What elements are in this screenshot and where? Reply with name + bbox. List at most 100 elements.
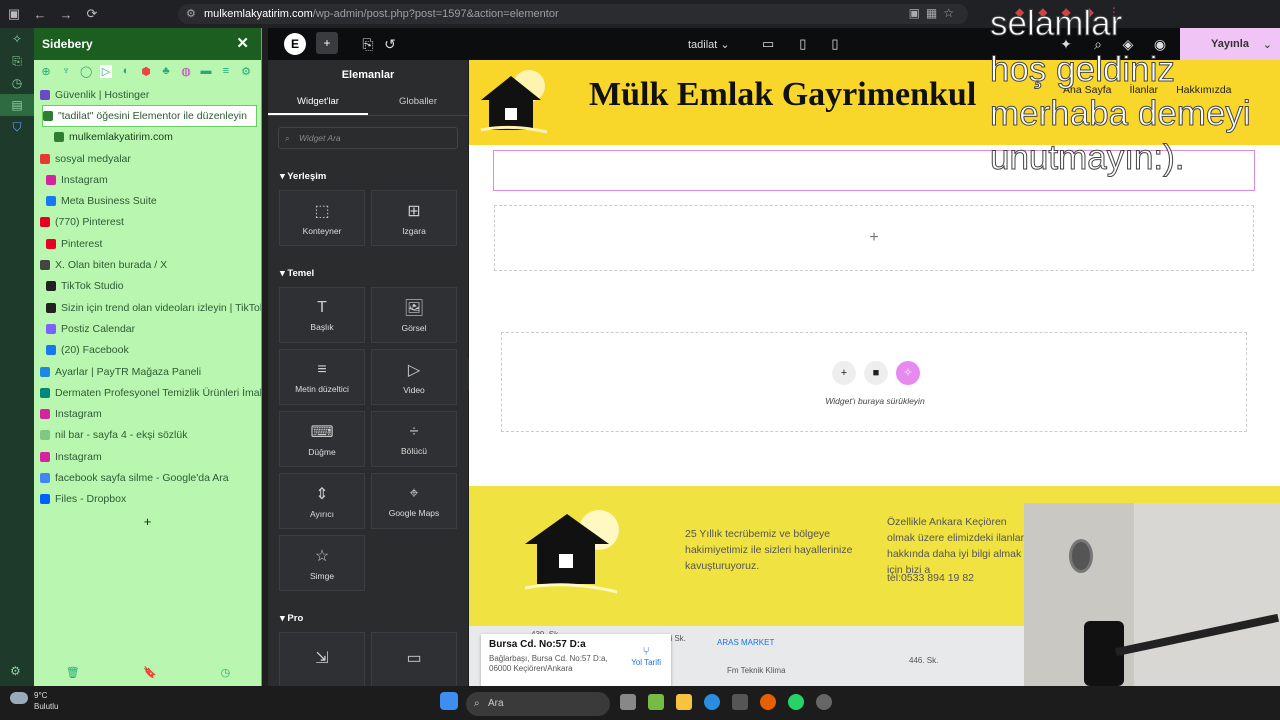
app-icon[interactable] (648, 694, 664, 710)
widget-search-input[interactable]: ⌕ Widget Ara (278, 127, 458, 149)
bookmark-icon[interactable]: 🔖 (143, 666, 157, 679)
taskbar-search[interactable]: ⌕ Ara (466, 692, 610, 716)
store-icon[interactable] (732, 694, 748, 710)
sidebar-tab[interactable]: Pinterest (34, 233, 261, 254)
widget-d-me[interactable]: ⌨ Düğme (279, 411, 365, 467)
drop-zone[interactable]: + ■ ✧ Widget'ı buraya sürükleyin (501, 332, 1247, 432)
sidebar-tab[interactable]: X. Olan biten burada / X (34, 254, 261, 275)
trash-icon[interactable]: 🗑 (66, 666, 80, 679)
widget-icon: ⇕ (315, 485, 329, 503)
panel-icon[interactable]: ◯ (80, 65, 92, 78)
sidebar-tab[interactable]: Instagram (34, 446, 261, 467)
panel-icon[interactable]: ⚙ (240, 65, 252, 78)
ai-icon[interactable]: ✧ (0, 28, 34, 50)
sidebar-tab[interactable]: sosyal medyalar (34, 148, 261, 169)
site-info-icon[interactable]: ⚙ (186, 7, 196, 20)
publish-button[interactable]: Yayınla ⌄ (1180, 28, 1280, 60)
start-icon[interactable] (440, 692, 458, 710)
sidebar-tab[interactable]: TikTok Studio (34, 276, 261, 297)
panel-icon[interactable]: ◍ (180, 65, 192, 78)
widget-simge[interactable]: ☆ Simge (279, 535, 365, 591)
panel-icon[interactable]: ◐ (120, 65, 132, 77)
back-button[interactable]: ← (28, 2, 52, 26)
panel-icon[interactable]: ▷ (100, 64, 112, 78)
widget-konteyner[interactable]: ⬚ Konteyner (279, 190, 365, 246)
panel-icon[interactable]: ♣ (160, 65, 172, 77)
sidebar-tab[interactable]: Meta Business Suite (34, 190, 261, 211)
new-tab-button[interactable]: + (34, 514, 261, 529)
reload-button[interactable]: ⟳ (80, 2, 104, 26)
sidebar-tab[interactable]: Sizin için trend olan videoları izleyin … (34, 297, 261, 318)
pro-widget[interactable]: ⇲ (279, 632, 365, 686)
widget-ay-r-c-[interactable]: ⇕ Ayırıcı (279, 473, 365, 529)
pro-widget[interactable]: ▭ (371, 632, 457, 686)
section-pro[interactable]: ▾ Pro (280, 613, 468, 624)
panel-icon[interactable]: ⊕ (40, 65, 52, 78)
directions-link[interactable]: ⑂ Yol Tarifi (631, 644, 661, 667)
sidebar-tab[interactable]: facebook sayfa silme - Google'da Ara (34, 467, 261, 488)
widget-izgara[interactable]: ⊞ Izgara (371, 190, 457, 246)
save-icon[interactable]: ⎘ (0, 50, 34, 72)
sidebar-tab[interactable]: Güvenlik | Hostinger (34, 84, 261, 105)
shield-icon[interactable]: ⛉ (0, 116, 34, 138)
app-icon[interactable] (816, 694, 832, 710)
settings-icon[interactable]: ⚙ (10, 664, 21, 678)
sidebar-tab[interactable]: nil bar - sayfa 4 - ekşi sözlük (34, 425, 261, 446)
add-section-button[interactable]: + (832, 361, 856, 385)
widget-video[interactable]: ▷ Video (371, 349, 457, 405)
sidebar-tab[interactable]: Files - Dropbox (34, 489, 261, 510)
empty-container[interactable]: + (494, 205, 1254, 271)
ai-button[interactable]: ✧ (896, 361, 920, 385)
panel-icon[interactable]: ♆ (60, 65, 72, 77)
widget-google-maps[interactable]: ⌖ Google Maps (371, 473, 457, 529)
favicon-icon (40, 494, 50, 505)
device-switcher[interactable]: ▭▯▯ (762, 36, 864, 52)
chevron-down-icon[interactable]: ⌄ (1263, 38, 1272, 51)
sidebar-tab[interactable]: Instagram (34, 403, 261, 424)
overlay-text-1: selamlar (989, 4, 1123, 43)
sidebar-tab[interactable]: "tadilat" öğesini Elementor ile düzenley… (42, 105, 257, 127)
sidebar-tab[interactable]: Dermaten Profesyonel Temizlik Ürünleri İ… (34, 382, 261, 403)
favicon-icon (40, 387, 50, 398)
template-library-button[interactable]: ■ (864, 361, 888, 385)
file-explorer-icon[interactable] (676, 694, 692, 710)
task-view-icon[interactable] (620, 694, 636, 710)
panel-icon[interactable]: ⬢ (140, 65, 152, 78)
sidebar-toggle-icon[interactable]: ▣ (2, 2, 26, 26)
widget-ba-l-k[interactable]: T Başlık (279, 287, 365, 343)
address-bar-actions-icon[interactable]: ▣▦☆ (909, 6, 960, 20)
sidebar-tab-label: Pinterest (61, 237, 103, 250)
forward-button[interactable]: → (54, 2, 78, 26)
address-bar[interactable]: ⚙ mulkemlakyatirim.com/wp-admin/post.php… (178, 4, 968, 24)
tab-widgets[interactable]: Widget'lar (268, 90, 368, 115)
widget-metin-d-zeltici[interactable]: ≡ Metin düzeltici (279, 349, 365, 405)
widget-b-l-c-[interactable]: ÷ Bölücü (371, 411, 457, 467)
sidebar-tab[interactable]: Postiz Calendar (34, 318, 261, 339)
sidebery-icon[interactable]: ▤ (0, 94, 34, 116)
history-icon[interactable]: ◷ (0, 72, 34, 94)
sidebar-tab[interactable]: (20) Facebook (34, 340, 261, 361)
widget-g-rsel[interactable]: 🖼 Görsel (371, 287, 457, 343)
panel-icon[interactable]: ≡ (220, 65, 232, 77)
add-icon[interactable]: + (869, 229, 878, 246)
section-basic[interactable]: ▾ Temel (280, 268, 468, 279)
add-element-button[interactable]: + (316, 32, 338, 54)
history-icon[interactable]: ↺ (374, 36, 406, 53)
tab-globals[interactable]: Globaller (368, 90, 468, 115)
sidebar-tab[interactable]: (770) Pinterest (34, 212, 261, 233)
whatsapp-icon[interactable] (788, 694, 804, 710)
section-layout[interactable]: ▾ Yerleşim (280, 171, 468, 182)
basic-widget-grid: T Başlık 🖼 Görsel ≡ Metin düzeltici ▷ Video ⌨ Düğ… (268, 287, 468, 591)
clock-icon[interactable]: ◷ (221, 666, 231, 679)
close-icon[interactable]: ✕ (236, 34, 249, 52)
firefox-icon[interactable] (760, 694, 776, 710)
edge-icon[interactable] (704, 694, 720, 710)
page-selector[interactable]: tadilat ⌄ (688, 38, 730, 51)
sidebar-tab[interactable]: Ayarlar | PayTR Mağaza Paneli (34, 361, 261, 382)
elementor-logo[interactable]: E (284, 33, 306, 55)
weather-widget[interactable]: 9°C Bulutlu (10, 690, 58, 712)
sidebar-tab-label: Instagram (55, 408, 102, 421)
sidebar-tab[interactable]: Instagram (34, 169, 261, 190)
panel-icon[interactable]: ▬ (200, 65, 212, 77)
sidebar-tab[interactable]: mulkemlakyatirim.com (34, 127, 261, 148)
